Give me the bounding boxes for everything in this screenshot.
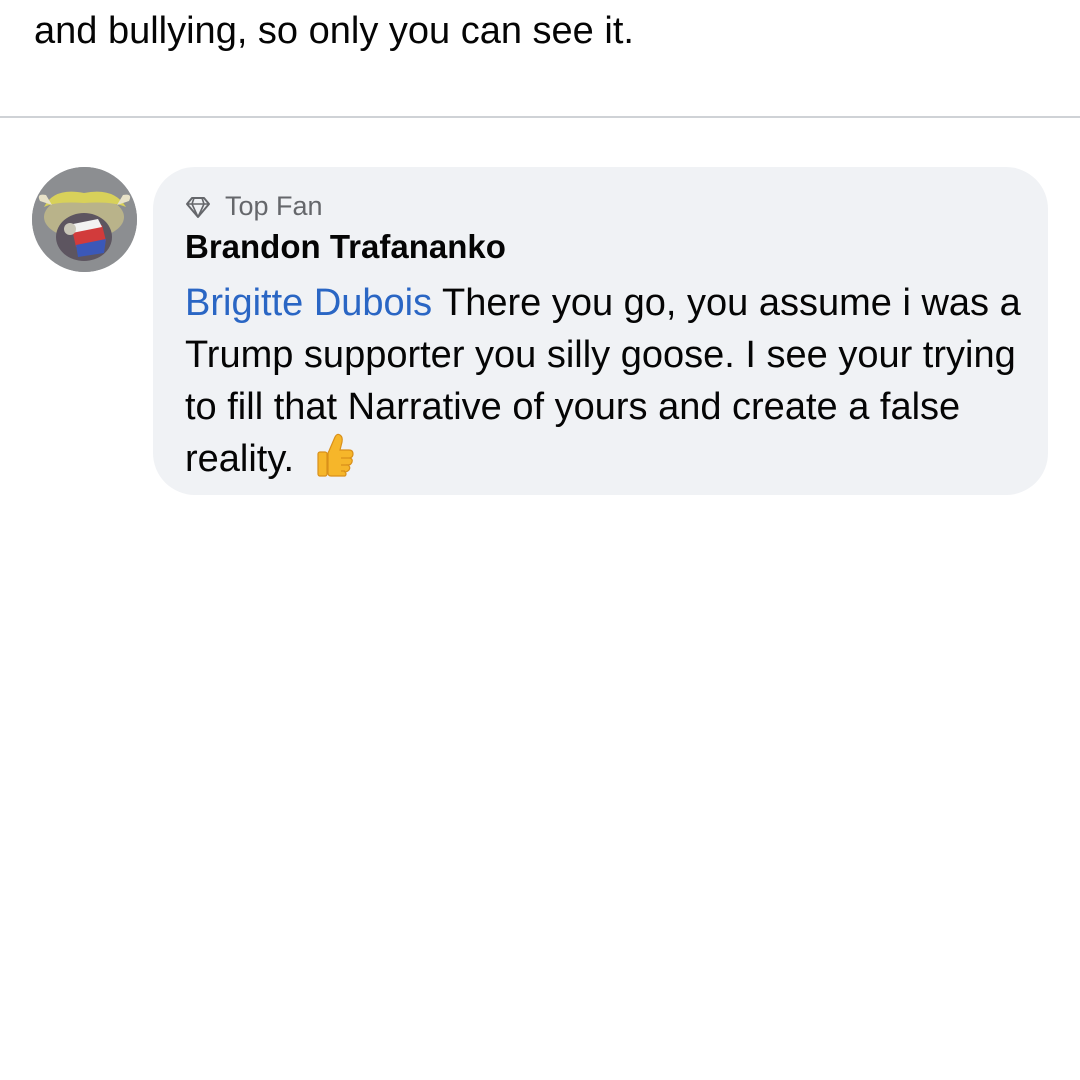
avatar[interactable]: [32, 167, 137, 272]
avatar-image: [32, 167, 137, 272]
thumbs-up-icon: [315, 433, 355, 491]
diamond-icon: [185, 195, 211, 218]
comment-author[interactable]: Brandon Trafananko: [185, 227, 1028, 267]
comment-bubble[interactable]: Top Fan Brandon Trafananko Brigitte Dubo…: [153, 167, 1048, 495]
page: and bullying, so only you can see it. To: [0, 0, 1080, 1080]
badge-label: Top Fan: [225, 190, 323, 221]
hidden-comment-notice: and bullying, so only you can see it.: [34, 10, 634, 52]
mention-link[interactable]: Brigitte Dubois: [185, 282, 432, 324]
divider: [0, 116, 1080, 118]
top-fan-badge: Top Fan: [185, 189, 1028, 223]
comment-body: Brigitte Dubois There you go, you assume…: [185, 277, 1035, 491]
